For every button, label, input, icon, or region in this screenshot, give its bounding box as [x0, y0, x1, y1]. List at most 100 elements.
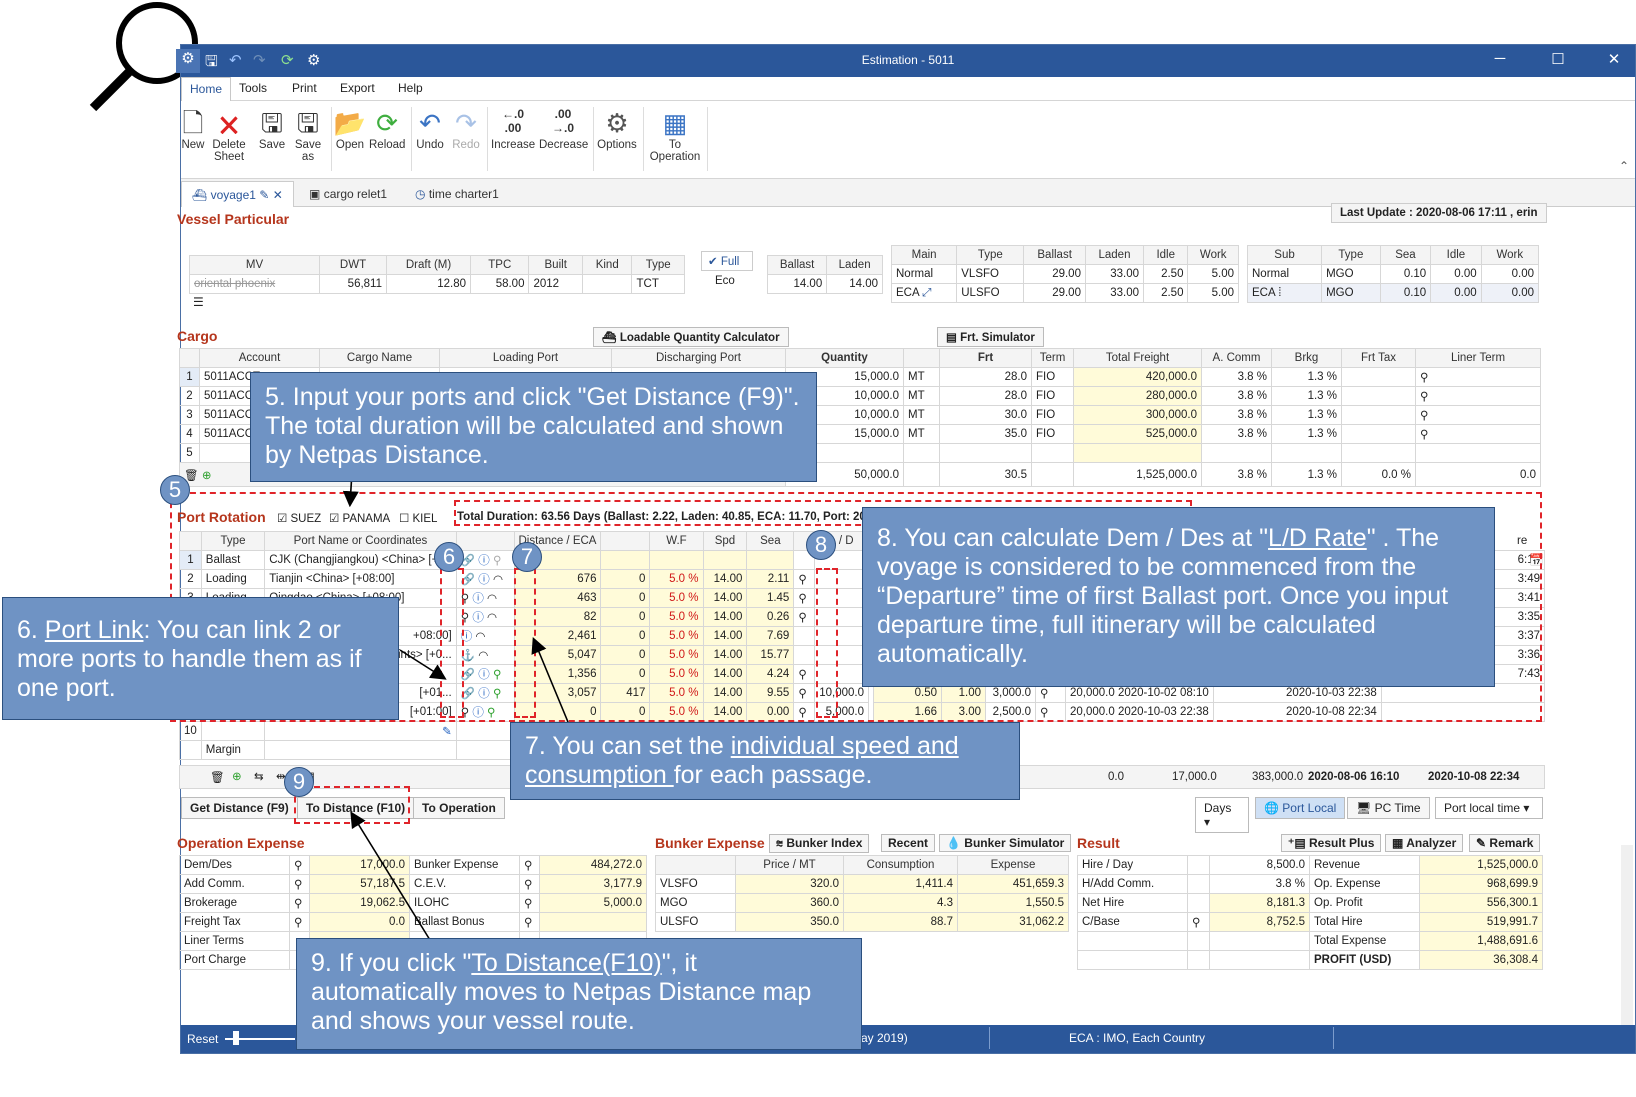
collapse-ribbon-icon[interactable]: ⌃ [1619, 159, 1629, 173]
main-fuel-type[interactable]: ULSFO [956, 283, 1025, 303]
main-idle[interactable]: 2.50 [1143, 283, 1189, 303]
vessel-type[interactable]: TCT [631, 274, 685, 294]
laden-speed[interactable]: 14.00 [826, 274, 883, 294]
sub-idle[interactable]: 0.00 [1430, 264, 1482, 284]
vessel-kind[interactable] [581, 274, 633, 294]
remark-button[interactable]: ✎ Remark [1469, 834, 1541, 852]
search-icon[interactable]: ⚲ [294, 898, 302, 910]
callout-8: 8. You can calculate Dem / Des at "L/D R… [862, 507, 1495, 687]
save-button[interactable]: 🖫 Save [257, 107, 287, 151]
search-icon[interactable]: ⚲ [524, 898, 532, 910]
tab-cargo-relet1[interactable]: ▣ cargo relet1 [299, 181, 397, 207]
col-draft[interactable]: Draft (M) [385, 255, 472, 275]
ballast-speed[interactable]: 14.00 [766, 274, 828, 294]
recent-button[interactable]: Recent [881, 834, 936, 852]
main-idle[interactable]: 2.50 [1143, 264, 1189, 284]
main-ballast[interactable]: 29.00 [1023, 283, 1086, 303]
analyzer-button[interactable]: ▦ Analyzer [1385, 834, 1464, 852]
get-distance-button[interactable]: Get Distance (F9) [181, 797, 298, 819]
result-plus-button[interactable]: ⁺▤ Result Plus [1281, 834, 1382, 852]
menu-print[interactable]: Print [292, 81, 317, 95]
close-tab-icon[interactable]: ✕ [273, 188, 283, 202]
menu-export[interactable]: Export [340, 81, 375, 95]
add-row-icon[interactable]: ⊕ [202, 470, 212, 482]
close-button[interactable]: ✕ [1599, 50, 1629, 68]
sub-idle[interactable]: 0.00 [1430, 283, 1482, 303]
search-icon[interactable]: ⚲ [524, 917, 532, 929]
undo-button[interactable]: ↶ Undo [413, 107, 447, 151]
zoom-slider-handle[interactable] [233, 1031, 239, 1045]
main-work[interactable]: 5.00 [1187, 283, 1239, 303]
sub-sea[interactable]: 0.10 [1379, 264, 1432, 284]
minimize-button[interactable]: ─ [1485, 50, 1515, 67]
time-mode-select[interactable]: Port local time ▾ [1435, 797, 1543, 819]
eco-toggle[interactable]: Eco [715, 275, 735, 287]
options-button[interactable]: ⚙ Options [597, 107, 637, 151]
sub-work[interactable]: 0.00 [1480, 264, 1540, 284]
reload-button[interactable]: ⟳ Reload [369, 107, 405, 151]
pc-time-button[interactable]: 🖥 PC Time [1347, 797, 1430, 819]
search-icon[interactable]: ⚲ [524, 879, 532, 891]
redo-button[interactable]: ↷ Redo [449, 107, 483, 151]
add-row-icon[interactable]: ⊕ [232, 769, 242, 783]
to-operation-button[interactable]: ▦ To Operation [647, 107, 703, 163]
vessel-draft[interactable]: 12.80 [385, 274, 472, 294]
grid-icon: ▦ [662, 108, 688, 138]
decrease-button[interactable]: .00 →.0 Decrease [539, 107, 588, 151]
sub-fuel-type[interactable]: MGO [1321, 264, 1381, 284]
search-icon[interactable]: ⚲ [1420, 410, 1428, 422]
days-select[interactable]: Days ▾ [1195, 797, 1249, 833]
main-work[interactable]: 5.00 [1187, 264, 1239, 284]
loadable-quantity-button[interactable]: ⛴ Loadable Quantity Calculator [593, 327, 789, 347]
to-distance-highlight [294, 786, 410, 824]
delete-sheet-button[interactable]: 🗙 Delete Sheet [211, 107, 247, 163]
sub-fuel-type[interactable]: MGO [1321, 283, 1381, 303]
sub-work[interactable]: 0.00 [1480, 283, 1540, 303]
vessel-tpc[interactable]: 58.00 [470, 274, 530, 294]
main-fuel-type[interactable]: VLSFO [956, 264, 1025, 284]
search-icon[interactable]: ⚲ [294, 917, 302, 929]
frt-simulator-button[interactable]: ▤ Frt. Simulator [937, 327, 1044, 347]
search-icon[interactable]: ⚲ [294, 860, 302, 872]
tab-voyage1[interactable]: ⛴ voyage1 ✎ ✕ [181, 181, 294, 207]
menu-help[interactable]: Help [398, 81, 423, 95]
main-laden[interactable]: 33.00 [1084, 283, 1145, 303]
main-ballast[interactable]: 29.00 [1023, 264, 1086, 284]
search-icon[interactable]: ⚲ [1420, 429, 1428, 441]
to-operation-button[interactable]: To Operation [413, 797, 505, 819]
new-button[interactable]: 🗋 New [181, 107, 205, 151]
edit-icon[interactable]: ✎ [259, 188, 269, 202]
bunker-index-button[interactable]: ⩬ Bunker Index [769, 834, 870, 853]
scrollbar[interactable] [1621, 845, 1633, 1025]
menu-tools[interactable]: Tools [239, 81, 267, 95]
col-tpc[interactable]: TPC [470, 255, 530, 275]
search-icon[interactable]: ⚲ [524, 860, 532, 872]
save-as-button[interactable]: 🖫 Save as [291, 107, 325, 163]
port-local-button[interactable]: 🌐 Port Local [1255, 797, 1346, 819]
menu-home[interactable]: Home [181, 77, 232, 102]
vessel-dwt[interactable]: 56,811 [319, 274, 387, 294]
full-toggle[interactable]: ✔ Full [701, 251, 753, 271]
list-icon[interactable]: ☰ [193, 295, 204, 309]
insert-row-icon[interactable]: ⇆ [254, 769, 264, 783]
col-loading-port: Loading Port [439, 348, 612, 368]
increase-button[interactable]: ←.0.00 Increase [491, 107, 535, 151]
col-liner-term: Liner Term [1415, 348, 1541, 368]
vessel-built[interactable]: 2012 [528, 274, 583, 294]
bunker-simulator-button[interactable]: 💧 Bunker Simulator [939, 834, 1072, 852]
reset-label[interactable]: Reset [187, 1032, 218, 1046]
footer-value: 383,000.0 [1252, 771, 1304, 783]
search-icon[interactable]: ⚲ [1192, 917, 1200, 929]
main-laden[interactable]: 33.00 [1084, 264, 1145, 284]
sub-sea[interactable]: 0.10 [1379, 283, 1432, 303]
delete-row-icon[interactable]: 🗑 [210, 770, 225, 784]
maximize-button[interactable]: ☐ [1543, 50, 1573, 68]
tab-time-charter1[interactable]: ◷ time charter1 [405, 181, 509, 207]
search-icon[interactable]: ⚲ [294, 879, 302, 891]
search-icon[interactable]: ⚲ [1420, 372, 1428, 384]
search-icon[interactable]: ⚲ [1420, 391, 1428, 403]
open-button[interactable]: 📂 Open [333, 107, 367, 151]
edit-icon[interactable]: ✎ [442, 726, 452, 738]
vessel-name[interactable]: oriental phoenix [189, 274, 320, 294]
col-type: Type [631, 255, 685, 275]
